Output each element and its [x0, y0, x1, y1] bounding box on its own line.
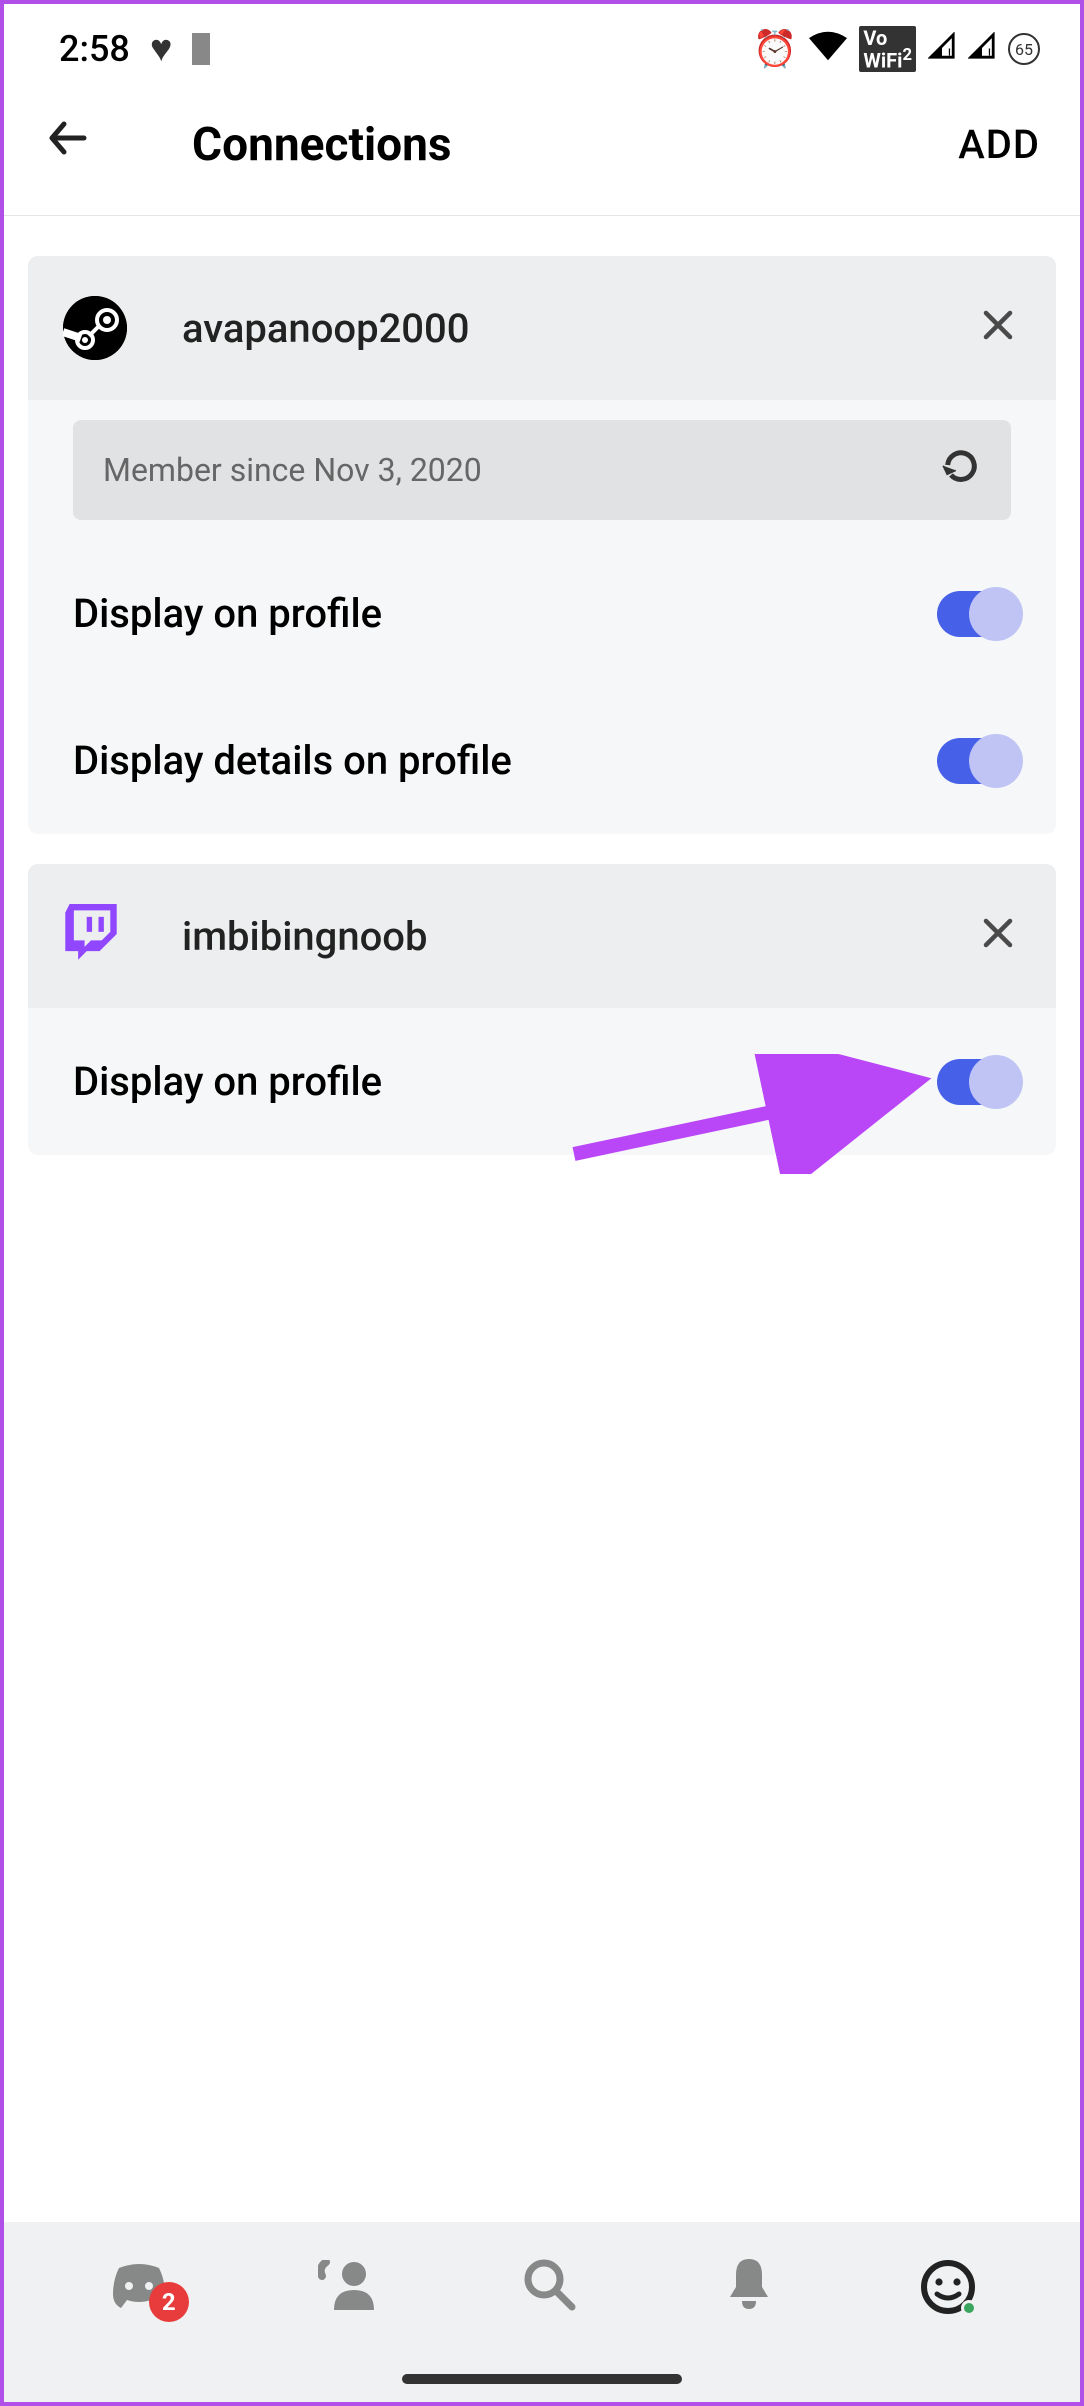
add-button[interactable]: ADD	[958, 121, 1040, 168]
connection-card-twitch: imbibingnoob Display on profile	[28, 864, 1056, 1155]
status-time: 2:58	[59, 28, 130, 70]
remove-connection-button[interactable]	[980, 910, 1016, 962]
member-since-row: Member since Nov 3, 2020	[73, 420, 1011, 520]
setting-label: Display on profile	[73, 1058, 382, 1105]
battery-percent-badge: 65	[1008, 33, 1040, 65]
display-on-profile-toggle[interactable]	[937, 591, 1021, 637]
nav-home-button[interactable]: 2	[109, 2264, 169, 2310]
app-header: Connections ADD	[4, 94, 1080, 216]
nav-friends-button[interactable]	[318, 2260, 374, 2314]
connection-username: avapanoop2000	[182, 305, 470, 352]
setting-label: Display details on profile	[73, 737, 512, 784]
wifi-icon	[809, 28, 847, 70]
refresh-icon[interactable]	[941, 445, 981, 495]
setting-row: Display on profile	[28, 540, 1056, 687]
display-details-toggle[interactable]	[937, 738, 1021, 784]
status-right: ⏰ VoWiFi2 ! ! 65	[753, 26, 1040, 73]
svg-text:!: !	[988, 47, 992, 60]
svg-text:!: !	[948, 47, 952, 60]
toggle-knob	[969, 1055, 1023, 1109]
back-button[interactable]	[44, 114, 92, 175]
setting-label: Display on profile	[73, 590, 382, 637]
status-bar: 2:58 ♥ ⏰ VoWiFi2 ! ! 65	[4, 4, 1080, 94]
battery-icon	[192, 33, 210, 65]
member-since-text: Member since Nov 3, 2020	[103, 451, 482, 489]
nav-notifications-button[interactable]	[726, 2259, 772, 2315]
nav-profile-button[interactable]	[921, 2260, 975, 2314]
connection-card-steam: avapanoop2000 Member since Nov 3, 2020 D…	[28, 256, 1056, 834]
home-indicator[interactable]	[402, 2374, 682, 2384]
twitch-icon	[63, 904, 127, 968]
setting-row: Display details on profile	[28, 687, 1056, 834]
connection-header: avapanoop2000	[28, 256, 1056, 400]
content: avapanoop2000 Member since Nov 3, 2020 D…	[4, 216, 1080, 1225]
connection-header: imbibingnoob	[28, 864, 1056, 1008]
display-on-profile-toggle[interactable]	[937, 1059, 1021, 1105]
alarm-icon: ⏰	[753, 28, 798, 70]
connection-username: imbibingnoob	[182, 913, 427, 960]
connection-header-left: imbibingnoob	[63, 904, 427, 968]
nav-badge: 2	[149, 2282, 189, 2322]
vowifi-badge: VoWiFi2	[859, 26, 916, 73]
header-left: Connections	[44, 114, 452, 175]
status-left: 2:58 ♥	[59, 27, 210, 71]
toggle-knob	[969, 734, 1023, 788]
steam-icon	[63, 296, 127, 360]
heart-icon: ♥	[150, 27, 173, 71]
connection-header-left: avapanoop2000	[63, 296, 470, 360]
setting-row: Display on profile	[28, 1008, 1056, 1155]
nav-search-button[interactable]	[524, 2259, 576, 2315]
page-title: Connections	[192, 118, 452, 172]
signal-icon-1: !	[928, 30, 956, 68]
signal-icon-2: !	[968, 30, 996, 68]
toggle-knob	[969, 587, 1023, 641]
remove-connection-button[interactable]	[980, 302, 1016, 354]
